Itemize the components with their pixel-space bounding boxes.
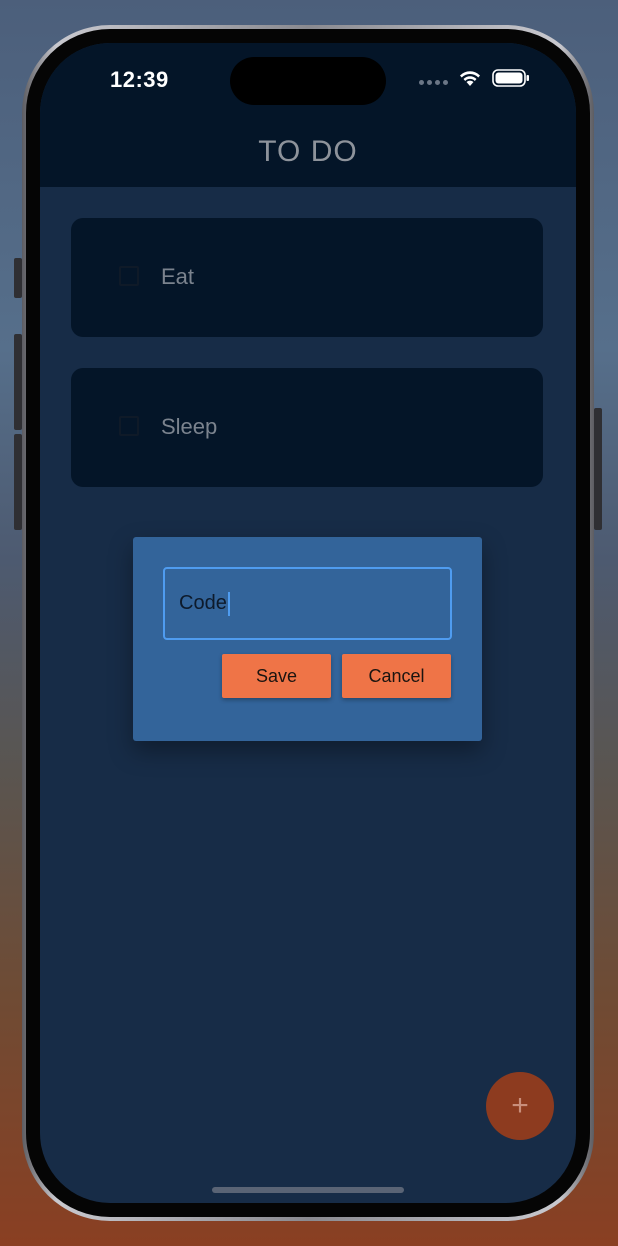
- todo-label: Eat: [161, 264, 195, 289]
- wifi-icon: [460, 71, 480, 86]
- app-bar: 12:39 TO DO: [40, 43, 576, 187]
- phone-screen: 12:39 TO DO Eat Sleep Code Save Cancel +: [40, 43, 576, 1203]
- text-caret: [227, 591, 230, 616]
- todo-checkbox[interactable]: [119, 416, 139, 436]
- todo-item[interactable]: Eat: [71, 218, 543, 337]
- add-todo-button[interactable]: +: [486, 1072, 554, 1140]
- dynamic-island: [230, 57, 386, 105]
- todo-label: Sleep: [161, 414, 218, 439]
- add-todo-dialog: Code Save Cancel: [133, 537, 482, 741]
- save-button[interactable]: Save: [222, 654, 331, 698]
- cellular-signal-icon: [419, 79, 448, 85]
- power-button: [594, 408, 602, 530]
- plus-icon: +: [511, 1089, 529, 1122]
- home-indicator[interactable]: [212, 1187, 404, 1193]
- todo-input-value: Code: [179, 592, 227, 614]
- status-time: 12:39: [110, 67, 169, 92]
- volume-down-button: [14, 434, 22, 530]
- volume-up-button: [14, 334, 22, 430]
- battery-icon: [492, 69, 529, 87]
- status-icons: [419, 69, 530, 87]
- todo-text-input[interactable]: Code: [163, 567, 452, 640]
- page-title: TO DO: [258, 135, 358, 168]
- todo-checkbox[interactable]: [119, 266, 139, 286]
- action-button: [14, 258, 22, 298]
- cancel-button[interactable]: Cancel: [342, 654, 451, 698]
- todo-item[interactable]: Sleep: [71, 368, 543, 487]
